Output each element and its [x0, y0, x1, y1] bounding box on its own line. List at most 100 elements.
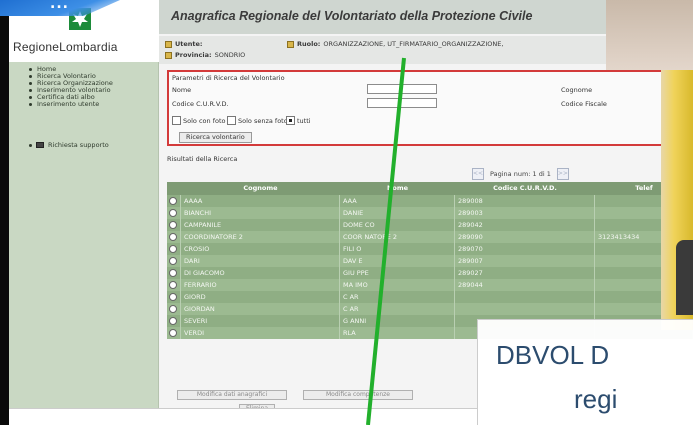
cell-codice — [455, 303, 595, 315]
cell-codice: 289070 — [455, 243, 595, 255]
cell-cognome: DARI — [181, 255, 340, 267]
overlay-caption: DBVOL D regi — [477, 319, 693, 425]
cell-nome: G ANNI — [340, 315, 455, 327]
next-page-button[interactable]: >> — [556, 168, 569, 180]
cell-nome: COOR NATORE 2 — [340, 231, 455, 243]
cell-codice: 289042 — [455, 219, 595, 231]
table-row[interactable]: GIORDAN C AR — [167, 303, 693, 315]
modify-competence-button[interactable]: Modifica competenze — [303, 390, 413, 400]
row-radio[interactable] — [169, 269, 177, 277]
overlay-caption-line2: regi — [574, 384, 618, 414]
cell-cognome: SEVERI — [181, 315, 340, 327]
cell-cognome: GIORDAN — [181, 303, 340, 315]
monitor-icon — [36, 142, 44, 148]
row-radio[interactable] — [169, 317, 177, 325]
cell-codice: 289044 — [455, 279, 595, 291]
row-radio[interactable] — [169, 281, 177, 289]
support-link[interactable]: Richiesta supporto — [29, 141, 109, 149]
col-cognome: Cognome — [243, 184, 278, 192]
user-key: Utente: — [175, 40, 203, 48]
cell-codice: 289090 — [455, 231, 595, 243]
row-radio[interactable] — [169, 233, 177, 241]
filter-nophoto-label: Solo senza foto — [238, 117, 288, 125]
bottom-strip — [9, 408, 477, 425]
cell-nome: DAV E — [340, 255, 455, 267]
cell-nome: C AR — [340, 291, 455, 303]
row-radio[interactable] — [169, 257, 177, 265]
photo-shadow — [676, 240, 693, 315]
col-nome: Nome — [386, 184, 409, 192]
support-label: Richiesta supporto — [48, 141, 109, 149]
cell-nome: AAA — [340, 195, 455, 207]
table-row[interactable]: AAAA AAA 289008 — [167, 195, 693, 207]
left-border — [0, 0, 9, 425]
table-row[interactable]: DARI DAV E 289007 — [167, 255, 693, 267]
cell-codice: 289027 — [455, 267, 595, 279]
province-icon — [165, 51, 172, 59]
cell-codice — [455, 291, 595, 303]
user-field: Utente: — [165, 40, 206, 48]
table-row[interactable]: GIORD C AR — [167, 291, 693, 303]
cell-codice: 289008 — [455, 195, 595, 207]
overlay-caption-line1: DBVOL D — [496, 340, 610, 370]
modify-data-button[interactable]: Modifica dati anagrafici — [177, 390, 287, 400]
cell-nome: FILI O — [340, 243, 455, 255]
province-field: Provincia: SONDRIO — [165, 51, 245, 59]
cell-cognome: VERDI — [181, 327, 340, 339]
filter-nophoto-checkbox[interactable] — [227, 116, 236, 125]
cell-nome: DANIE — [340, 207, 455, 219]
cell-cognome: AAAA — [181, 195, 340, 207]
col-select — [167, 182, 181, 195]
photo-background-top — [606, 0, 693, 70]
role-icon — [287, 40, 294, 48]
filter-photo-checkbox[interactable] — [172, 116, 181, 125]
prev-page-button[interactable]: << — [472, 168, 484, 180]
sidebar: RegioneLombardia Home Ricerca Volontario… — [9, 0, 159, 425]
pager: << Pagina num: 1 di 1 >> — [472, 168, 569, 180]
cell-cognome: CROSIO — [181, 243, 340, 255]
role-key: Ruolo: — [297, 40, 321, 48]
search-panel: Parametri di Ricerca del Volontario Nome… — [167, 70, 691, 146]
row-radio[interactable] — [169, 305, 177, 313]
row-radio[interactable] — [169, 293, 177, 301]
pager-text: Pagina num: 1 di 1 — [490, 170, 551, 178]
cell-nome: C AR — [340, 303, 455, 315]
row-radio[interactable] — [169, 329, 177, 337]
col-codice: Codice C.U.R.V.D. — [493, 184, 557, 192]
bullet-icon — [29, 143, 32, 147]
cell-cognome: FERRARIO — [181, 279, 340, 291]
province-key: Provincia: — [175, 51, 212, 59]
row-radio[interactable] — [169, 209, 177, 217]
table-row[interactable]: CROSIO FILI O 289070 — [167, 243, 693, 255]
cell-nome: GIU PPE — [340, 267, 455, 279]
row-radio[interactable] — [169, 245, 177, 253]
nome-input[interactable] — [367, 84, 437, 94]
cell-codice: 289003 — [455, 207, 595, 219]
logo-text: RegioneLombardia — [13, 40, 118, 54]
row-radio[interactable] — [169, 197, 177, 205]
cell-nome: DOME CO — [340, 219, 455, 231]
filter-all-checkbox[interactable] — [286, 116, 295, 125]
table-row[interactable]: DI GIACOMO GIU PPE 289027 — [167, 267, 693, 279]
cell-codice: 289007 — [455, 255, 595, 267]
sidebar-item-inserimento-utente[interactable]: Inserimento utente — [29, 101, 113, 108]
cell-nome: MA IMO — [340, 279, 455, 291]
fiscale-label: Codice Fiscale — [561, 100, 607, 108]
table-row[interactable]: COORDINATORE 2 COOR NATORE 2 289090 3123… — [167, 231, 693, 243]
row-radio[interactable] — [169, 221, 177, 229]
codice-input[interactable] — [367, 98, 437, 108]
table-row[interactable]: FERRARIO MA IMO 289044 — [167, 279, 693, 291]
table-header: Cognome Nome Codice C.U.R.V.D. Telef — [167, 182, 693, 195]
results-title: Risultati della Ricerca — [167, 155, 238, 163]
search-button[interactable]: Ricerca volontario — [179, 132, 252, 143]
user-icon — [165, 40, 172, 48]
cell-cognome: GIORD — [181, 291, 340, 303]
corner-dots: ... — [50, 0, 69, 12]
table-row[interactable]: BIANCHI DANIE 289003 — [167, 207, 693, 219]
cell-cognome: COORDINATORE 2 — [181, 231, 340, 243]
filter-photo-label: Solo con foto — [183, 117, 226, 125]
province-value: SONDRIO — [214, 51, 246, 59]
table-row[interactable]: CAMPANILE DOME CO 289042 — [167, 219, 693, 231]
filter-all-label: tutti — [297, 117, 311, 125]
cell-nome: RLA — [340, 327, 455, 339]
